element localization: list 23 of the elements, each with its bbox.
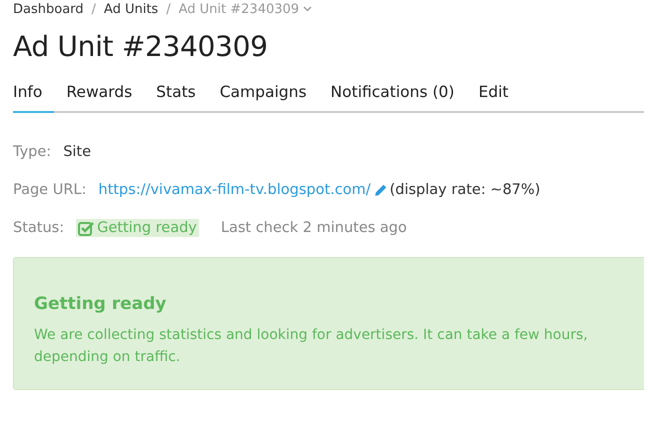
page-title: Ad Unit #2340309 [13,30,269,63]
tab[interactable]: Stats [144,83,208,113]
tab[interactable]: Info [13,83,54,113]
status-text: Getting ready [97,220,197,236]
last-check-text: Last check 2 minutes ago [220,220,407,236]
checkbox-checked-icon [78,220,94,236]
tab[interactable]: Campaigns [208,83,319,113]
chevron-down-icon[interactable] [303,6,312,12]
breadcrumb-separator: / [166,2,171,16]
tab[interactable]: Rewards [54,83,144,113]
alert-message: We are collecting statistics and looking for advertisers. It can take a few hours, depending on traffic. [34,326,589,368]
tab[interactable]: Edit [466,83,520,113]
field-label: Type: [13,144,52,160]
breadcrumb-separator: / [92,2,96,16]
field-label: Page URL: [13,182,86,198]
breadcrumb-link[interactable]: Ad Units [104,2,158,16]
field-label: Status: [13,220,64,236]
breadcrumb-link[interactable]: Dashboard [13,2,84,16]
tab[interactable]: Notifications (0) [318,83,466,113]
display-rate: (display rate: ~87%) [390,182,540,198]
alert-title: Getting ready [34,294,168,314]
type-value: Site [63,144,92,160]
pencil-icon[interactable] [374,184,387,196]
